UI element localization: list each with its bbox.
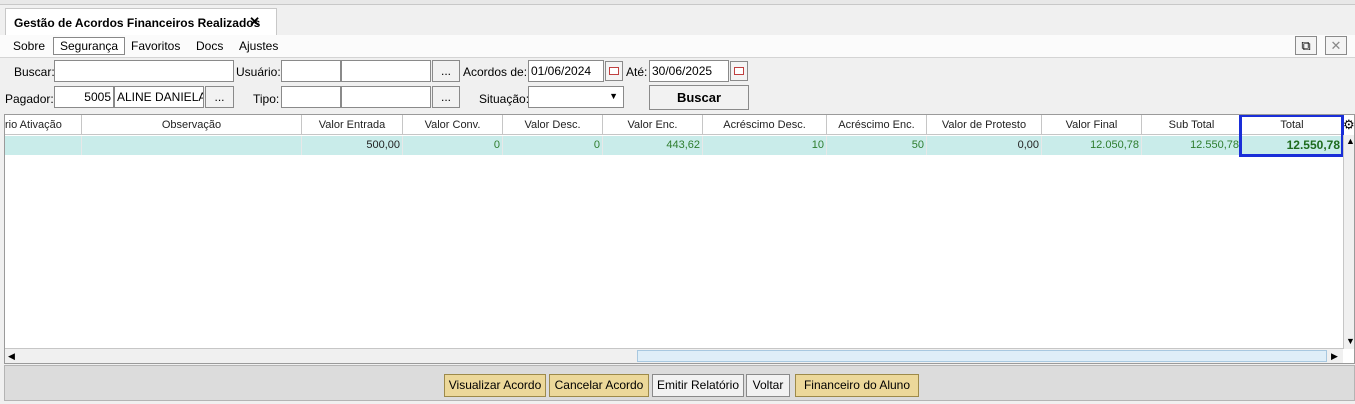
financeiro-aluno-button[interactable]: Financeiro do Aluno (795, 374, 919, 397)
voltar-button[interactable]: Voltar (746, 374, 790, 397)
menu-seguranca[interactable]: Segurança (53, 37, 126, 55)
buscar-input[interactable] (54, 60, 234, 82)
cell-valor-enc: 443,62 (603, 136, 703, 155)
acordos-de-label: Acordos de: (463, 65, 528, 79)
tipo-code-input[interactable] (281, 86, 341, 108)
calendar-from-icon[interactable] (605, 61, 623, 81)
close-tab-icon[interactable]: ✕ (249, 14, 260, 30)
total-highlight-box (1239, 115, 1344, 157)
col-header-valor-conv[interactable]: Valor Conv. (403, 115, 503, 135)
tipo-lookup-button[interactable]: ... (432, 86, 460, 108)
col-header-observacao[interactable]: Observação (82, 115, 302, 135)
emitir-relatorio-button[interactable]: Emitir Relatório (652, 374, 744, 397)
cell-valor-desc: 0 (503, 136, 603, 155)
pagador-code-input[interactable]: 5005 (54, 86, 114, 108)
gear-icon[interactable]: ⚙ (1343, 117, 1354, 133)
cell-acrescimo-enc: 50 (827, 136, 927, 155)
col-header-sub-total[interactable]: Sub Total (1142, 115, 1242, 135)
scroll-up-icon[interactable]: ▲ (1346, 135, 1354, 147)
cancelar-acordo-button[interactable]: Cancelar Acordo (549, 374, 649, 397)
horizontal-scroll-thumb[interactable] (637, 350, 1327, 362)
acordos-table: rio Ativação Observação Valor Entrada Va… (4, 114, 1355, 364)
cell-valor-conv: 0 (403, 136, 503, 155)
col-header-valor-enc[interactable]: Valor Enc. (603, 115, 703, 135)
date-to-input[interactable]: 30/06/2025 (649, 60, 729, 82)
menu-favoritos[interactable]: Favoritos (131, 39, 180, 53)
cell-valor-entrada: 500,00 (302, 136, 403, 155)
ate-label: Até: (626, 65, 648, 79)
external-window-icon[interactable]: ⧉ (1295, 36, 1317, 55)
visualizar-acordo-button[interactable]: Visualizar Acordo (444, 374, 546, 397)
menu-ajustes[interactable]: Ajustes (239, 39, 278, 53)
cell-valor-final: 12.050,78 (1042, 136, 1142, 155)
scroll-down-icon[interactable]: ▼ (1346, 335, 1354, 347)
cell-observacao (82, 136, 302, 155)
menu-bar: Sobre Segurança Favoritos Docs Ajustes (0, 35, 1355, 58)
col-header-valor-desc[interactable]: Valor Desc. (503, 115, 603, 135)
tipo-label: Tipo: (253, 92, 280, 106)
buscar-label: Buscar: (14, 65, 55, 79)
pagador-lookup-button[interactable]: ... (205, 86, 234, 108)
col-header-valor-entrada[interactable]: Valor Entrada (302, 115, 403, 135)
situacao-select[interactable]: ▼ (528, 86, 624, 108)
pagador-name-input[interactable]: ALINE DANIELA (114, 86, 204, 108)
tab-gestao-acordos[interactable]: Gestão de Acordos Financeiros Realizados… (5, 8, 277, 35)
situacao-label: Situação: (479, 92, 530, 106)
calendar-to-icon[interactable] (730, 61, 748, 81)
top-strip (0, 0, 1355, 5)
date-from-input[interactable]: 01/06/2024 (528, 60, 604, 82)
col-header-acrescimo-desc[interactable]: Acréscimo Desc. (703, 115, 827, 135)
chevron-down-icon: ▼ (609, 91, 618, 101)
pagador-label: Pagador: (5, 92, 54, 106)
buscar-button[interactable]: Buscar (649, 85, 749, 110)
scroll-left-icon[interactable]: ◀ (8, 350, 15, 362)
scroll-right-icon[interactable]: ▶ (1331, 350, 1338, 362)
cell-valor-protesto: 0,00 (927, 136, 1042, 155)
menu-docs[interactable]: Docs (196, 39, 223, 53)
tab-title: Gestão de Acordos Financeiros Realizados (14, 16, 261, 30)
horizontal-scrollbar[interactable]: ◀ ▶ (5, 348, 1343, 363)
close-window-icon[interactable]: ✕ (1325, 36, 1347, 55)
vertical-scrollbar[interactable]: ▲ ▼ (1343, 135, 1354, 349)
footer-bar: Visualizar Acordo Cancelar Acordo Emitir… (4, 365, 1355, 401)
usuario-code-input[interactable] (281, 60, 341, 82)
menu-sobre[interactable]: Sobre (13, 39, 45, 53)
cell-ativacao (5, 136, 82, 155)
usuario-lookup-button[interactable]: ... (432, 60, 460, 82)
col-header-acrescimo-enc[interactable]: Acréscimo Enc. (827, 115, 927, 135)
col-header-valor-final[interactable]: Valor Final (1042, 115, 1142, 135)
usuario-label: Usuário: (236, 65, 281, 79)
cell-acrescimo-desc: 10 (703, 136, 827, 155)
col-header-valor-protesto[interactable]: Valor de Protesto (927, 115, 1042, 135)
col-header-ativacao[interactable]: rio Ativação (5, 115, 82, 135)
tipo-name-input[interactable] (341, 86, 431, 108)
usuario-name-input[interactable] (341, 60, 431, 82)
cell-sub-total: 12.550,78 (1142, 136, 1242, 155)
